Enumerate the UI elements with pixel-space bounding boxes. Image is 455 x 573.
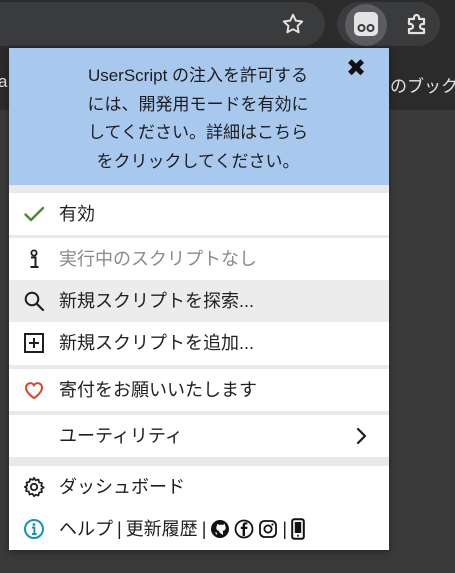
help-row: ヘルプ | 更新履歴 | | (9, 508, 389, 550)
mobile-app-icon[interactable] (291, 518, 305, 540)
bookmark-item[interactable]: a (0, 72, 7, 92)
notice-line: UserScript の注入を許可する (87, 66, 309, 85)
help-link[interactable]: ヘルプ (59, 508, 113, 550)
instagram-icon[interactable] (258, 519, 278, 539)
info-icon (24, 519, 44, 539)
separator: | (117, 519, 122, 539)
enabled-label: 有効 (59, 204, 95, 224)
section-dashboard: ダッシュボード ヘルプ | 更新履歴 | | (9, 466, 389, 550)
dashboard-label: ダッシュボード (59, 477, 185, 497)
extension-popup: UserScript の注入を許可する には、開発用モードを有効に してください… (9, 48, 389, 550)
developer-mode-notice[interactable]: UserScript の注入を許可する には、開発用モードを有効に してください… (9, 48, 389, 185)
add-script-label: 新規スクリプトを追加... (59, 333, 255, 353)
section-scripts: 実行中のスクリプトなし 新規スクリプトを探索... 新規スクリプトを追加... (9, 238, 389, 365)
check-icon (24, 206, 45, 222)
star-icon[interactable] (280, 11, 306, 37)
script-info-icon (30, 249, 39, 268)
search-icon (24, 291, 45, 312)
no-scripts-label: 実行中のスクリプトなし (59, 249, 257, 269)
address-bar[interactable] (0, 2, 325, 46)
close-icon[interactable]: ✖ (344, 57, 368, 81)
section-enabled: 有効 (9, 193, 389, 235)
section-donate: 寄付をお願いいたします (9, 369, 389, 411)
bookmark-item[interactable]: のブック (390, 72, 455, 97)
find-scripts-button[interactable]: 新規スクリプトを探索... (9, 280, 389, 322)
separator: | (201, 519, 207, 539)
facebook-icon[interactable] (234, 519, 254, 539)
browser-toolbar (0, 0, 455, 50)
utilities-label: ユーティリティ (59, 426, 183, 446)
add-box-icon (24, 333, 44, 353)
github-icon[interactable] (210, 519, 230, 539)
enabled-toggle[interactable]: 有効 (9, 193, 389, 235)
utilities-menu[interactable]: ユーティリティ (9, 415, 389, 457)
separator: | (282, 519, 288, 539)
gear-icon (23, 476, 45, 498)
no-scripts-row: 実行中のスクリプトなし (9, 238, 389, 280)
notice-line: してください。詳細はこちら (88, 123, 308, 142)
section-utilities: ユーティリティ (9, 415, 389, 457)
heart-icon (25, 382, 43, 400)
donate-label: 寄付をお願いいたします (59, 380, 257, 400)
dashboard-button[interactable]: ダッシュボード (9, 466, 389, 508)
chevron-right-icon (356, 427, 367, 445)
changelog-link[interactable]: 更新履歴 (126, 508, 198, 550)
add-script-button[interactable]: 新規スクリプトを追加... (9, 322, 389, 364)
puzzle-icon[interactable] (403, 10, 431, 38)
find-scripts-label: 新規スクリプトを探索... (59, 291, 255, 311)
tampermonkey-icon (354, 12, 378, 36)
donate-button[interactable]: 寄付をお願いいたします (9, 369, 389, 411)
notice-line: には、開発用モードを有効に (87, 94, 309, 114)
help-links: ヘルプ | 更新履歴 | | (59, 508, 305, 550)
notice-line: をクリックしてください。 (96, 151, 300, 171)
notice-text: UserScript の注入を許可する には、開発用モードを有効に してください… (39, 62, 357, 176)
